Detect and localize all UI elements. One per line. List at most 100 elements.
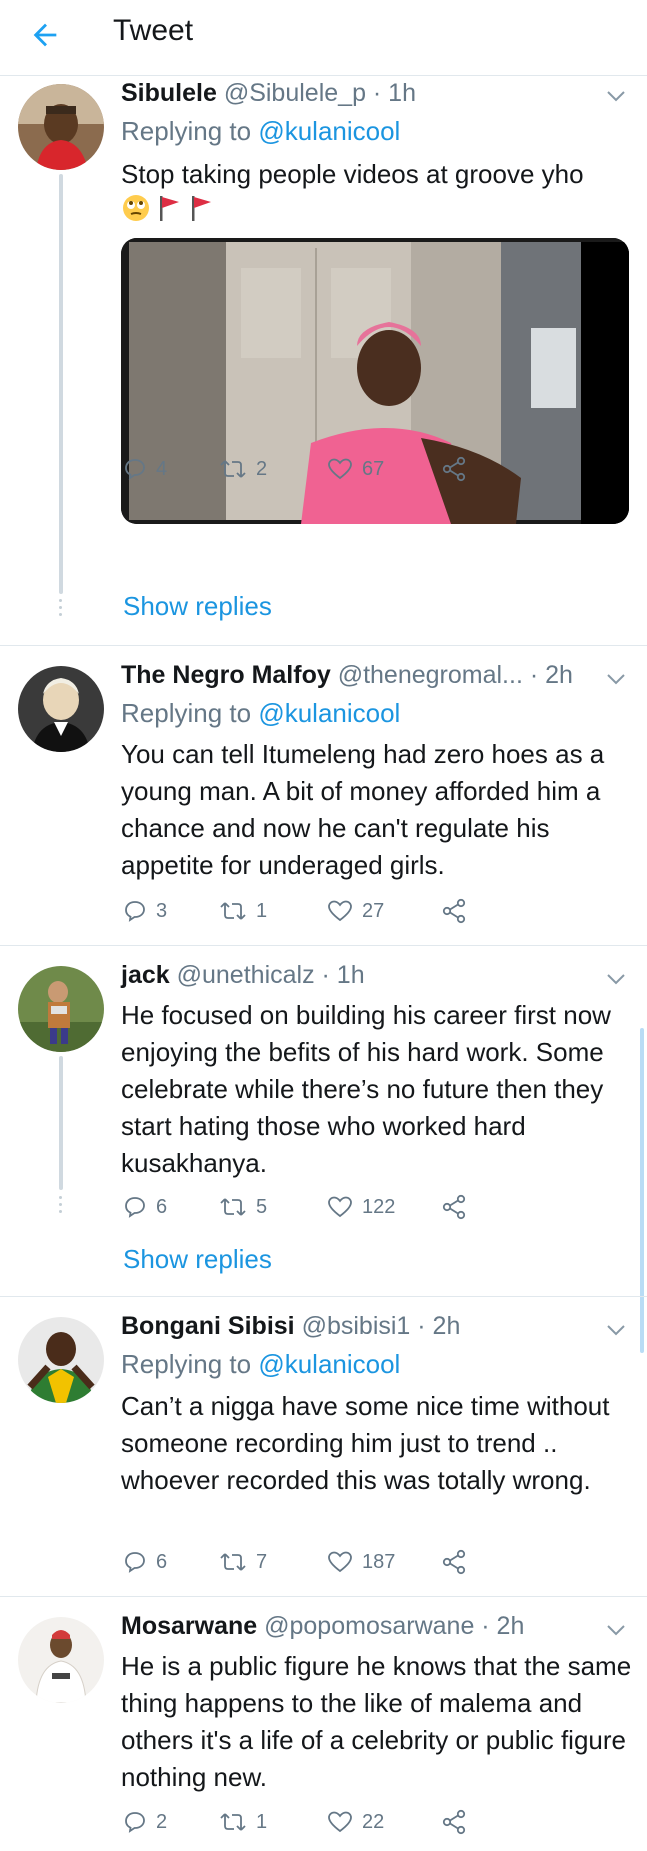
tweet-actions: 4 2 67 bbox=[121, 454, 621, 484]
chevron-down-icon[interactable] bbox=[606, 973, 626, 985]
avatar[interactable] bbox=[18, 84, 104, 170]
retweet-icon bbox=[220, 460, 246, 478]
back-arrow-icon[interactable] bbox=[28, 18, 62, 52]
reply-button[interactable]: 6 bbox=[123, 1192, 167, 1222]
retweet-button[interactable]: 7 bbox=[219, 1547, 267, 1577]
heart-icon bbox=[328, 1811, 352, 1833]
like-count: 67 bbox=[362, 457, 385, 480]
handle-and-time: @Sibulele_p · 1h bbox=[223, 79, 416, 107]
retweet-icon bbox=[220, 902, 246, 920]
retweet-icon bbox=[220, 1813, 246, 1831]
chevron-down-icon[interactable] bbox=[606, 90, 626, 102]
like-count: 187 bbox=[362, 1550, 396, 1573]
tweet[interactable]: Bongani Sibisi @bsibisi1 · 2h Replying t… bbox=[0, 1297, 647, 1596]
red-flag-icon bbox=[160, 196, 179, 221]
share-icon bbox=[442, 1809, 466, 1835]
retweet-count: 1 bbox=[256, 899, 268, 922]
retweet-count: 2 bbox=[256, 457, 268, 480]
tweet-header: jack @unethicalz · 1h bbox=[121, 961, 365, 990]
show-replies-link[interactable]: Show replies bbox=[123, 1244, 272, 1275]
reply-button[interactable]: 3 bbox=[123, 896, 167, 926]
tweet-text: You can tell Itumeleng had zero hoes as … bbox=[121, 739, 605, 880]
retweet-button[interactable]: 1 bbox=[219, 896, 267, 926]
retweet-button[interactable]: 1 bbox=[219, 1807, 267, 1837]
reply-count: 6 bbox=[156, 1550, 168, 1573]
avatar[interactable] bbox=[18, 1617, 104, 1703]
share-icon bbox=[442, 898, 466, 924]
reply-button[interactable]: 4 bbox=[123, 454, 167, 484]
reply-icon bbox=[125, 1552, 145, 1573]
thread-dots bbox=[59, 1196, 63, 1217]
display-name[interactable]: Bongani Sibisi bbox=[121, 1312, 295, 1340]
like-button[interactable]: 122 bbox=[327, 1192, 395, 1222]
display-name[interactable]: The Negro Malfoy bbox=[121, 661, 331, 689]
share-icon bbox=[442, 1549, 466, 1575]
avatar[interactable] bbox=[18, 1317, 104, 1403]
like-count: 22 bbox=[362, 1810, 385, 1833]
like-button[interactable]: 22 bbox=[327, 1807, 384, 1837]
share-button[interactable] bbox=[441, 454, 467, 484]
handle-and-time: @popomosarwane · 2h bbox=[264, 1612, 525, 1640]
handle-and-time: @unethicalz · 1h bbox=[176, 961, 365, 989]
tweet[interactable]: The Negro Malfoy @thenegromal... · 2h Re… bbox=[0, 646, 647, 945]
heart-icon bbox=[328, 900, 352, 922]
tweet[interactable]: Mosarwane @popomosarwane · 2h He is a pu… bbox=[0, 1597, 647, 1851]
replying-to: Replying to @kulanicool bbox=[121, 116, 401, 146]
share-icon bbox=[442, 456, 466, 482]
tweet-actions: 2 1 22 bbox=[121, 1807, 621, 1837]
show-replies-link[interactable]: Show replies bbox=[123, 591, 272, 622]
emoji-row bbox=[121, 193, 215, 223]
reply-icon bbox=[125, 459, 145, 480]
retweet-count: 7 bbox=[256, 1550, 268, 1573]
thread-line bbox=[59, 174, 63, 594]
tweet-text: Can’t a nigga have some nice time withou… bbox=[121, 1391, 610, 1495]
tweet-actions: 3 1 27 bbox=[121, 896, 621, 926]
like-button[interactable]: 27 bbox=[327, 896, 384, 926]
tweet-text: He is a public figure he knows that the … bbox=[121, 1651, 632, 1792]
like-button[interactable]: 187 bbox=[327, 1547, 395, 1577]
replying-to: Replying to @kulanicool bbox=[121, 698, 401, 728]
avatar[interactable] bbox=[18, 666, 104, 752]
reply-count: 6 bbox=[156, 1195, 168, 1218]
red-flag-icon bbox=[192, 196, 211, 221]
reply-icon bbox=[125, 1197, 145, 1218]
reply-button[interactable]: 2 bbox=[123, 1807, 167, 1837]
top-bar: Tweet bbox=[0, 0, 647, 76]
chevron-down-icon[interactable] bbox=[606, 673, 626, 685]
eye-roll-emoji-icon bbox=[123, 195, 149, 221]
mention-link[interactable]: @kulanicool bbox=[258, 116, 400, 146]
mention-link[interactable]: @kulanicool bbox=[258, 698, 400, 728]
share-button[interactable] bbox=[441, 1807, 467, 1837]
thread-line bbox=[59, 1056, 63, 1190]
tweet-header: Mosarwane @popomosarwane · 2h bbox=[121, 1612, 524, 1641]
share-button[interactable] bbox=[441, 1192, 467, 1222]
heart-icon bbox=[328, 1551, 352, 1573]
reply-count: 3 bbox=[156, 899, 168, 922]
like-count: 27 bbox=[362, 899, 385, 922]
handle-and-time: @thenegromal... · 2h bbox=[337, 661, 573, 689]
reply-count: 4 bbox=[156, 457, 168, 480]
replying-to: Replying to @kulanicool bbox=[121, 1349, 401, 1379]
retweet-button[interactable]: 5 bbox=[219, 1192, 267, 1222]
tweet[interactable]: Sibulele @Sibulele_p · 1h Replying to @k… bbox=[0, 76, 647, 645]
reply-button[interactable]: 6 bbox=[123, 1547, 167, 1577]
share-icon bbox=[442, 1194, 466, 1220]
mention-link[interactable]: @kulanicool bbox=[258, 1349, 400, 1379]
tweet[interactable]: jack @unethicalz · 1h He focused on buil… bbox=[0, 946, 647, 1296]
share-button[interactable] bbox=[441, 896, 467, 926]
chevron-down-icon[interactable] bbox=[606, 1324, 626, 1336]
like-button[interactable]: 67 bbox=[327, 454, 384, 484]
reply-count: 2 bbox=[156, 1810, 168, 1833]
display-name[interactable]: Sibulele bbox=[121, 79, 217, 107]
display-name[interactable]: Mosarwane bbox=[121, 1612, 257, 1640]
tweet-header: The Negro Malfoy @thenegromal... · 2h bbox=[121, 661, 573, 690]
reply-icon bbox=[125, 901, 145, 922]
tweet-actions: 6 7 187 bbox=[121, 1547, 621, 1577]
tweet-header: Bongani Sibisi @bsibisi1 · 2h bbox=[121, 1312, 460, 1341]
share-button[interactable] bbox=[441, 1547, 467, 1577]
display-name[interactable]: jack bbox=[121, 961, 170, 989]
retweet-button[interactable]: 2 bbox=[219, 454, 267, 484]
avatar[interactable] bbox=[18, 966, 104, 1052]
like-count: 122 bbox=[362, 1195, 396, 1218]
chevron-down-icon[interactable] bbox=[606, 1624, 626, 1636]
